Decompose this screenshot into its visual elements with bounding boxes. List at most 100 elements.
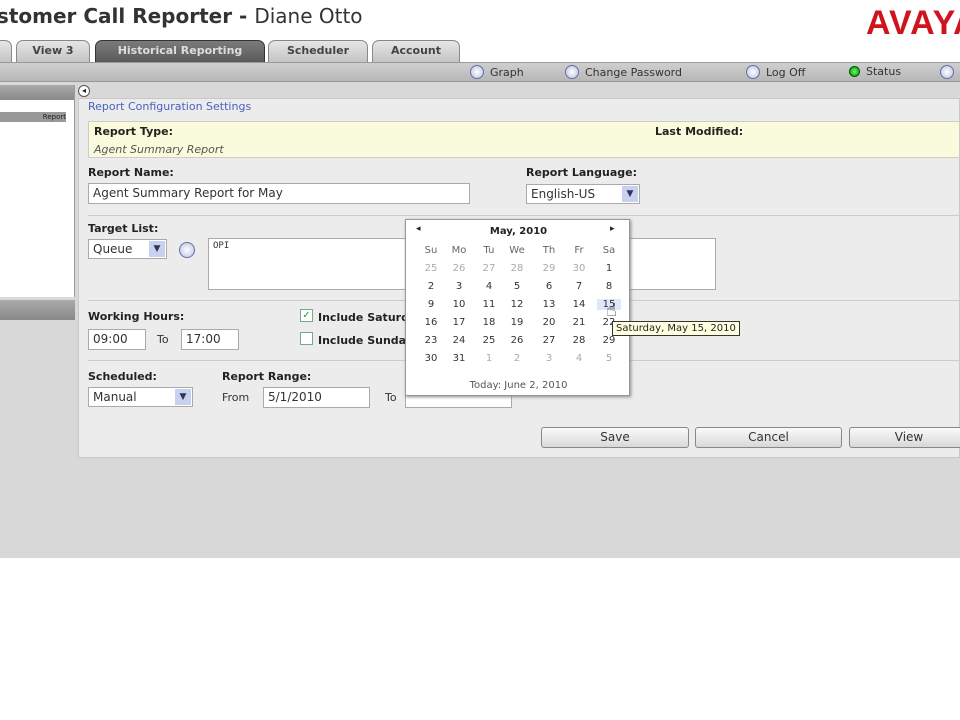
arrow-right-icon — [940, 65, 954, 79]
calendar-day[interactable]: 30 — [419, 353, 443, 364]
change-password-link[interactable]: Change Password — [565, 65, 682, 79]
calendar-day[interactable]: 11 — [477, 299, 501, 310]
last-modified-label: Last Modified: — [655, 125, 744, 138]
report-language-label: Report Language: — [526, 166, 637, 179]
calendar-day[interactable]: 14 — [567, 299, 591, 310]
hand-cursor-icon: ☝ — [606, 300, 617, 321]
app-title: Customer Call Reporter - Diane Otto — [0, 4, 363, 28]
range-from-input[interactable]: 5/1/2010 — [263, 387, 370, 408]
calendar-day[interactable]: 27 — [477, 263, 501, 274]
tab-historical-reporting[interactable]: Historical Reporting — [95, 40, 265, 62]
weekday-header: Sa — [602, 245, 616, 256]
sidebar-header — [0, 85, 74, 100]
calendar-day[interactable]: 9 — [419, 299, 443, 310]
divider — [88, 215, 960, 216]
to-label: To — [157, 333, 169, 346]
collapse-sidebar-icon[interactable]: ◂ — [78, 85, 90, 97]
calendar-day[interactable]: 30 — [567, 263, 591, 274]
weekday-header: Th — [542, 245, 556, 256]
sidebar: Report — [0, 85, 75, 297]
calendar-day[interactable]: 23 — [419, 335, 443, 346]
add-target-button[interactable] — [179, 242, 195, 258]
status-dot-icon — [849, 66, 860, 77]
date-picker-popup: ◂ May, 2010 ▸ Su Mo Tu We Th Fr Sa 25 26 27 28 29 30… — [405, 219, 630, 396]
report-range-label: Report Range: — [222, 370, 312, 383]
today-link[interactable]: Today: June 2, 2010 — [406, 380, 631, 391]
calendar-day[interactable]: 16 — [419, 317, 443, 328]
graph-link[interactable]: Graph — [470, 65, 524, 79]
calendar-day[interactable]: 5 — [597, 353, 621, 364]
scheduled-select[interactable]: Manual ▼ — [88, 387, 193, 407]
weekday-header: Fr — [574, 245, 584, 256]
report-language-select[interactable]: English-US ▼ — [526, 184, 640, 204]
from-label: From — [222, 391, 250, 404]
graph-icon — [470, 65, 484, 79]
calendar-day[interactable]: 1 — [597, 263, 621, 274]
next-month-button[interactable]: ▸ — [610, 224, 615, 234]
tab-scheduler[interactable]: Scheduler — [268, 40, 368, 62]
calendar-day[interactable]: 28 — [567, 335, 591, 346]
include-sunday-checkbox[interactable] — [300, 332, 313, 345]
view-button[interactable]: View — [849, 427, 960, 448]
calendar-day[interactable]: 25 — [477, 335, 501, 346]
log-off-link[interactable]: Log Off — [746, 65, 805, 79]
target-type-select[interactable]: Queue ▼ — [88, 239, 167, 259]
calendar-day[interactable]: 26 — [447, 263, 471, 274]
calendar-day[interactable]: 7 — [567, 281, 591, 292]
calendar-day[interactable]: 31 — [447, 353, 471, 364]
calendar-day[interactable]: 8 — [597, 281, 621, 292]
calendar-day[interactable]: 24 — [447, 335, 471, 346]
weekday-header: We — [509, 245, 525, 256]
calendar-day[interactable]: 19 — [505, 317, 529, 328]
hours-from-input[interactable]: 09:00 — [88, 329, 146, 350]
calendar-month-title: May, 2010 — [489, 226, 548, 237]
hours-to-input[interactable]: 17:00 — [181, 329, 239, 350]
chevron-down-icon: ▼ — [622, 186, 638, 202]
status-link[interactable]: Status — [849, 65, 901, 78]
arrow-left-icon — [746, 65, 760, 79]
toolbar: Graph Change Password Log Off Status — [0, 62, 960, 82]
date-tooltip: Saturday, May 15, 2010 — [612, 321, 740, 336]
calendar-day[interactable]: 28 — [505, 263, 529, 274]
weekday-header: Tu — [483, 245, 495, 256]
calendar-day[interactable]: 27 — [537, 335, 561, 346]
calendar-day[interactable]: 29 — [537, 263, 561, 274]
calendar-day[interactable]: 4 — [477, 281, 501, 292]
tab-view-3[interactable]: View 3 — [16, 40, 90, 62]
calendar-day[interactable]: 3 — [447, 281, 471, 292]
include-sunday-label: Include Sunday — [318, 334, 413, 347]
calendar-day[interactable]: 18 — [477, 317, 501, 328]
report-name-label: Report Name: — [88, 166, 174, 179]
report-type-value: Agent Summary Report — [94, 143, 224, 156]
report-type-box: Report Type: Agent Summary Report Last M… — [88, 121, 960, 158]
include-saturday-checkbox[interactable]: ✓ — [300, 309, 313, 322]
calendar-day[interactable]: 20 — [537, 317, 561, 328]
cancel-button[interactable]: Cancel — [695, 427, 842, 448]
report-name-input[interactable]: Agent Summary Report for May — [88, 183, 470, 204]
user-name: Diane Otto — [254, 4, 363, 28]
calendar-day[interactable]: 4 — [567, 353, 591, 364]
calendar-day[interactable]: 2 — [505, 353, 529, 364]
calendar-day[interactable]: 10 — [447, 299, 471, 310]
avaya-logo: AVAYA — [866, 4, 960, 42]
report-type-label: Report Type: — [94, 125, 173, 138]
calendar-day[interactable]: 3 — [537, 353, 561, 364]
calendar-day[interactable]: 29 — [597, 335, 621, 346]
chevron-down-icon: ▼ — [149, 241, 165, 257]
calendar-day[interactable]: 1 — [477, 353, 501, 364]
calendar-day[interactable]: 6 — [537, 281, 561, 292]
calendar-day[interactable]: 21 — [567, 317, 591, 328]
calendar-day[interactable]: 12 — [505, 299, 529, 310]
calendar-day[interactable]: 5 — [505, 281, 529, 292]
sidebar-item-report[interactable]: Report — [0, 112, 66, 122]
calendar-day[interactable]: 2 — [419, 281, 443, 292]
calendar-day[interactable]: 25 — [419, 263, 443, 274]
save-button[interactable]: Save — [541, 427, 689, 448]
more-link[interactable] — [940, 65, 954, 79]
calendar-day[interactable]: 26 — [505, 335, 529, 346]
calendar-day[interactable]: 13 — [537, 299, 561, 310]
tab-partial[interactable] — [0, 40, 12, 62]
sidebar-footer — [0, 300, 75, 320]
tab-account[interactable]: Account — [372, 40, 460, 62]
calendar-day[interactable]: 17 — [447, 317, 471, 328]
